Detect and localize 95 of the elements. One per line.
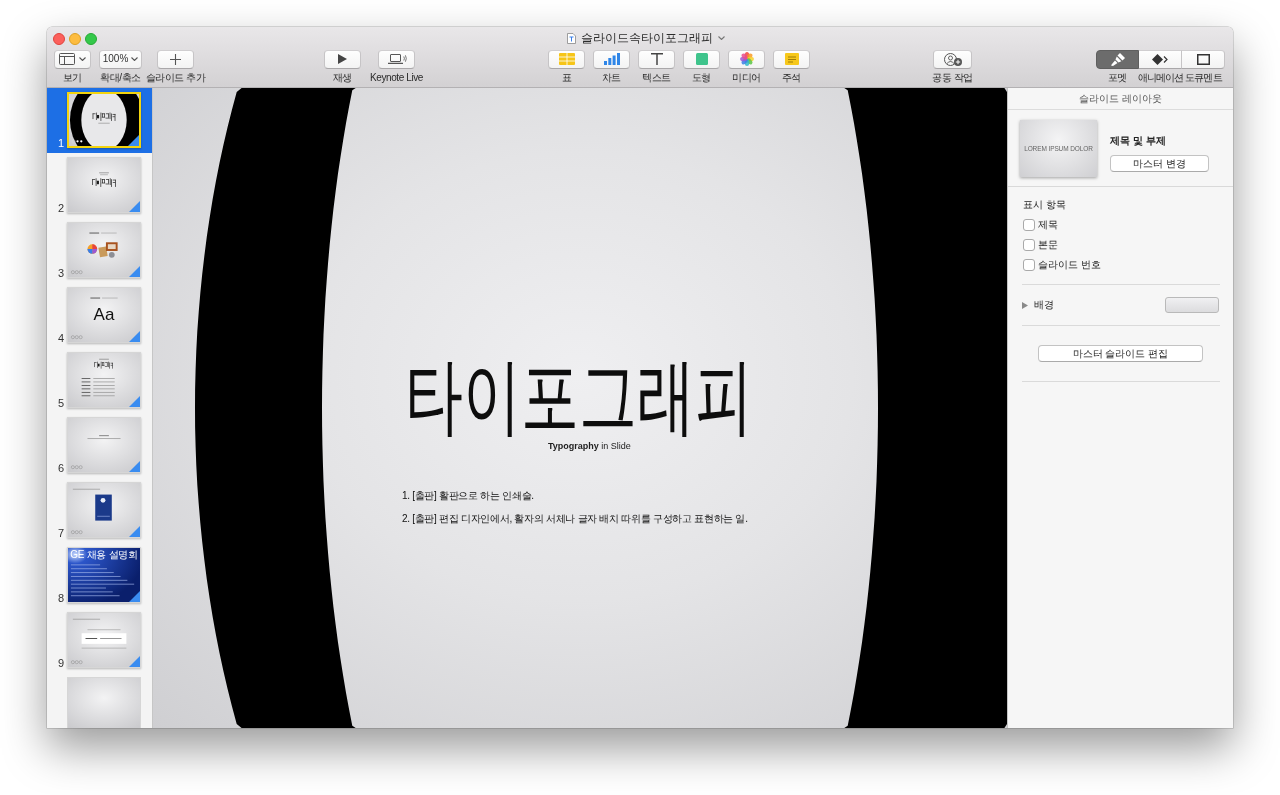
play-icon xyxy=(338,54,347,65)
slide-number: 5 xyxy=(56,397,64,409)
flower-icon xyxy=(739,52,754,67)
text-box-drawing xyxy=(81,633,127,644)
edit-master-button[interactable]: 마스터 슬라이드 편집 xyxy=(1038,345,1203,362)
checkbox[interactable] xyxy=(1023,219,1035,231)
color-wheel-icon xyxy=(87,244,98,254)
media-button[interactable] xyxy=(728,49,765,69)
button-label: 확대/축소 xyxy=(100,71,141,84)
button-label: Keynote Live xyxy=(370,71,423,84)
ball-icon xyxy=(108,251,115,258)
text-icon xyxy=(650,53,663,66)
button-label: 텍스트 xyxy=(642,71,671,84)
button-label: 재생 xyxy=(332,71,353,84)
layout-name: 제목 및 부제 xyxy=(1110,135,1166,147)
slide-number: 9 xyxy=(56,657,64,669)
slide-number: 6 xyxy=(56,462,64,474)
picture-frame-icon xyxy=(105,242,118,251)
add-slide-button[interactable] xyxy=(157,49,194,69)
diamond-icon xyxy=(1152,53,1168,65)
close-button[interactable] xyxy=(53,32,65,45)
view-button[interactable] xyxy=(54,49,91,69)
slide-subtitle: Typography in Slide xyxy=(548,441,631,452)
button-label: 애니메이션 xyxy=(1137,71,1184,84)
person-add-icon xyxy=(943,52,962,66)
slide-list-item[interactable]: 2 xyxy=(47,153,152,218)
slide-list-item[interactable]: 1 xyxy=(47,88,152,153)
button-label: 주석 xyxy=(781,71,802,84)
slide-list-item[interactable]: 5 xyxy=(47,348,152,413)
slide-list-item[interactable]: 7 xyxy=(47,478,152,543)
section-heading: 표시 항목 xyxy=(1023,199,1066,211)
table-button[interactable] xyxy=(548,49,585,69)
document-tab[interactable] xyxy=(1182,49,1225,69)
button-label: 미디어 xyxy=(732,71,761,84)
checkbox-label: 슬라이드 번호 xyxy=(1038,259,1101,271)
chevron-down-icon xyxy=(131,57,139,62)
bar-chart-icon xyxy=(603,53,620,66)
slide-number: 4 xyxy=(56,332,64,344)
live-button[interactable] xyxy=(378,49,415,69)
zoom-menu-button[interactable]: 100% xyxy=(99,49,142,69)
button-label: 도큐멘트 xyxy=(1185,71,1222,84)
background-label: 배경 xyxy=(1034,299,1054,311)
checkbox[interactable] xyxy=(1023,239,1035,251)
play-button[interactable] xyxy=(324,49,361,69)
color-well[interactable] xyxy=(1165,297,1219,313)
square-icon xyxy=(695,53,708,66)
change-master-button[interactable]: 마스터 변경 xyxy=(1110,155,1209,172)
rectangle-icon xyxy=(1196,53,1210,65)
thumbnail-text: GE 채용 설명회 xyxy=(70,549,138,561)
shape-button[interactable] xyxy=(683,49,720,69)
collaborate-button[interactable] xyxy=(933,49,972,69)
maximize-button[interactable] xyxy=(85,32,97,45)
button-label: 도형 xyxy=(691,71,712,84)
slide-number: 1 xyxy=(56,137,64,149)
chevron-down-icon[interactable] xyxy=(718,36,725,41)
slide-list-item[interactable]: 4 Aa xyxy=(47,283,152,348)
animate-tab[interactable] xyxy=(1139,49,1182,69)
sidebar-layout-icon xyxy=(59,53,75,66)
checkbox-label: 제목 xyxy=(1038,219,1058,231)
slide-number: 2 xyxy=(56,202,64,214)
slide-list-item[interactable]: 9 xyxy=(47,608,152,673)
comment-button[interactable] xyxy=(773,49,810,69)
slide-list-item[interactable]: 3 xyxy=(47,218,152,283)
panel-title: 슬라이드 레이아웃 xyxy=(1079,92,1162,105)
list-item: 1. [출판] 활판으로 하는 인쇄술. xyxy=(402,489,534,503)
slide-number: 3 xyxy=(56,267,64,279)
slide-number: 8 xyxy=(56,592,64,604)
button-label: 슬라이드 추가 xyxy=(145,71,206,84)
slide-list-item[interactable]: 6 xyxy=(47,413,152,478)
note-icon xyxy=(784,53,799,66)
slide-list-item[interactable]: 8 GE 채용 설명회 xyxy=(47,543,152,608)
checkbox[interactable] xyxy=(1023,259,1035,271)
button-label: 차트 xyxy=(601,71,622,84)
button-label: 표 xyxy=(561,71,572,84)
button-label: 공동 작업 xyxy=(932,71,973,84)
laptop-waves-icon xyxy=(386,53,407,65)
thumbnail-text: Aa xyxy=(93,305,115,324)
card-icon xyxy=(98,246,108,258)
button-label: 포멧 xyxy=(1108,71,1127,84)
plus-icon xyxy=(170,53,181,65)
text-button[interactable] xyxy=(638,49,675,69)
slide-title: 타이포그래피 xyxy=(405,352,753,440)
document-icon xyxy=(567,32,576,44)
chart-button[interactable] xyxy=(593,49,630,69)
photo-placeholder xyxy=(95,494,112,521)
slide-number: 7 xyxy=(56,527,64,539)
disclosure-triangle-icon[interactable] xyxy=(1022,301,1028,309)
list-item: 2. [출판] 편집 디자인에서, 활자의 서체나 글자 배치 따위를 구성하고 표현하는 일. xyxy=(402,512,748,526)
checkbox-label: 본문 xyxy=(1038,239,1058,251)
chevron-down-icon xyxy=(79,57,86,62)
table-icon xyxy=(558,53,575,66)
format-tab[interactable] xyxy=(1096,49,1139,69)
window-title: 슬라이드속타이포그래피 xyxy=(581,31,713,46)
paintbrush-icon xyxy=(1110,52,1125,66)
button-label: 보기 xyxy=(62,71,83,84)
